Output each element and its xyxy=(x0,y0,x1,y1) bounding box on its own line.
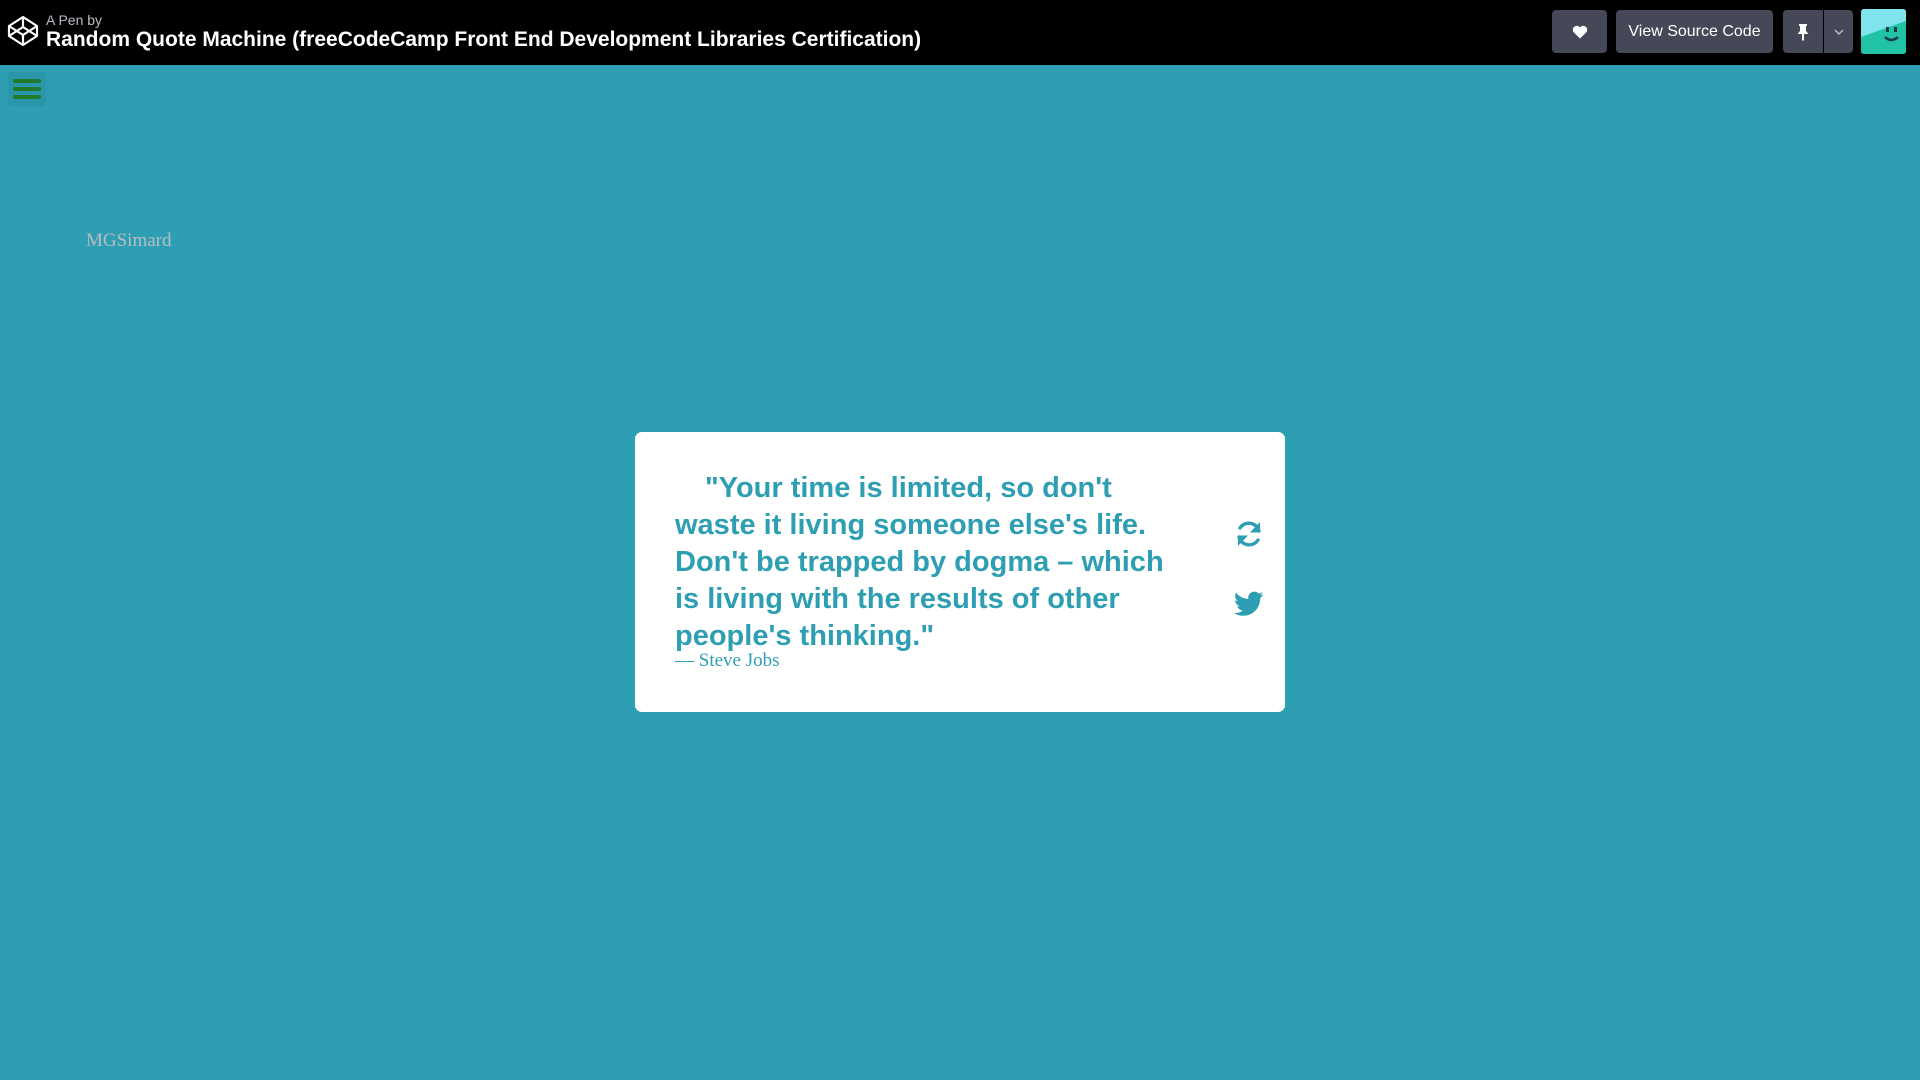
codepen-header: A Pen by MGSimard Random Quote Machine (… xyxy=(0,0,1920,251)
codepen-logo-icon[interactable] xyxy=(7,15,39,47)
pen-title: Random Quote Machine (freeCodeCamp Front… xyxy=(46,28,922,51)
pen-by-prefix: A Pen by xyxy=(46,12,103,28)
tweet-quote-button[interactable] xyxy=(1232,587,1266,621)
menu-button[interactable] xyxy=(8,72,46,106)
user-avatar[interactable] xyxy=(1861,9,1906,54)
hamburger-menu-icon xyxy=(13,79,41,99)
view-source-button[interactable]: View Source Code xyxy=(1616,10,1773,53)
pin-dropdown-button[interactable] xyxy=(1824,10,1853,53)
pen-byline: A Pen by MGSimard xyxy=(46,12,172,251)
chevron-down-icon xyxy=(1833,28,1844,35)
avatar-image xyxy=(1861,9,1906,54)
quote-author: — Steve Jobs xyxy=(675,650,780,671)
author-link[interactable]: MGSimard xyxy=(86,230,172,252)
twitter-icon xyxy=(1234,591,1264,616)
refresh-icon xyxy=(1237,521,1261,547)
pin-icon xyxy=(1797,23,1809,41)
like-button[interactable] xyxy=(1552,10,1607,53)
pin-button[interactable] xyxy=(1783,10,1823,53)
quote-text: "Your time is limited, so don't waste it… xyxy=(675,472,1164,652)
heart-icon xyxy=(1572,25,1587,38)
quote-box: "Your time is limited, so don't waste it… xyxy=(635,432,1285,712)
new-quote-button[interactable] xyxy=(1232,517,1266,551)
